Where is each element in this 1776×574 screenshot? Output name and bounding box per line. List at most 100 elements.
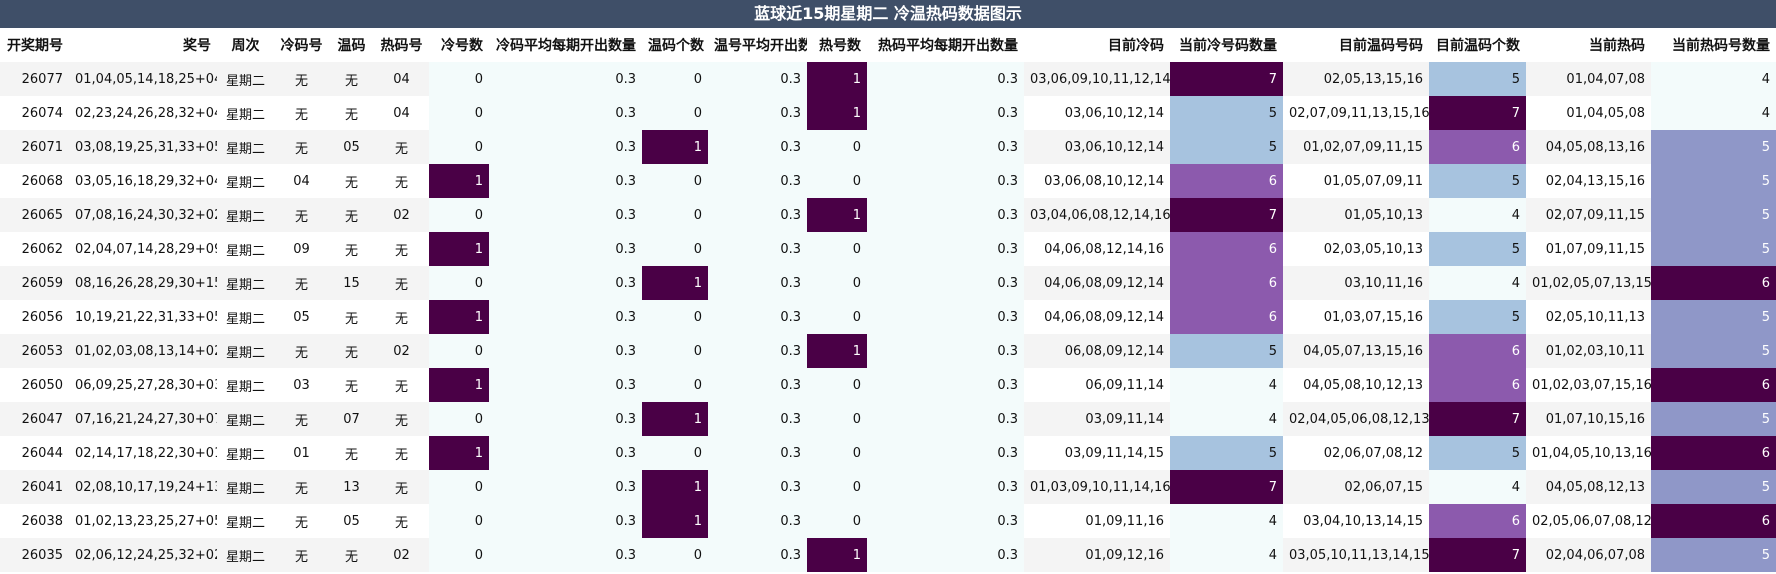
table-cell: 0.3 <box>708 130 807 164</box>
column-header: 当前热码号数量 <box>1651 28 1776 62</box>
table-cell: 无 <box>274 130 329 164</box>
table-cell: 02,23,24,26,28,32+04 <box>69 96 217 130</box>
table-cell: 01,07,09,11,15 <box>1526 232 1651 266</box>
table-cell: 0 <box>807 266 867 300</box>
table-cell: 星期二 <box>217 538 274 572</box>
table-cell: 0.3 <box>489 198 642 232</box>
table-cell: 0.3 <box>708 504 807 538</box>
table-cell: 04,06,08,12,14,16 <box>1024 232 1170 266</box>
table-cell: 08,16,26,28,29,30+15 <box>69 266 217 300</box>
column-header: 冷码平均每期开出数量 <box>489 28 642 62</box>
table-cell: 5 <box>1429 436 1526 470</box>
table-cell: 1 <box>642 130 708 164</box>
table-cell: 01,04,05,14,18,25+04 <box>69 62 217 96</box>
table-cell: 4 <box>1170 504 1283 538</box>
table-cell: 02,06,12,24,25,32+02 <box>69 538 217 572</box>
column-header: 温号平均开出数 <box>708 28 807 62</box>
table-cell: 无 <box>274 334 329 368</box>
table-cell: 6 <box>1170 266 1283 300</box>
table-cell: 6 <box>1170 164 1283 198</box>
table-cell: 26050 <box>0 368 69 402</box>
table-cell: 无 <box>374 402 429 436</box>
table-cell: 03,06,09,10,11,12,14 <box>1024 62 1170 96</box>
table-cell: 无 <box>329 96 374 130</box>
table-cell: 02,07,09,11,13,15,16 <box>1283 96 1429 130</box>
table-cell: 04 <box>374 96 429 130</box>
table-cell: 26059 <box>0 266 69 300</box>
column-header: 热码号 <box>374 28 429 62</box>
table-cell: 1 <box>429 368 489 402</box>
table-cell: 04,05,08,10,12,13 <box>1283 368 1429 402</box>
table-cell: 26038 <box>0 504 69 538</box>
table-cell: 1 <box>429 300 489 334</box>
table-cell: 7 <box>1429 402 1526 436</box>
table-cell: 04,06,08,09,12,14 <box>1024 266 1170 300</box>
table-cell: 5 <box>1170 96 1283 130</box>
table-cell: 4 <box>1170 538 1283 572</box>
table-cell: 0.3 <box>708 96 807 130</box>
table-cell: 03,10,11,16 <box>1283 266 1429 300</box>
table-cell: 0.3 <box>489 402 642 436</box>
table-cell: 6 <box>1429 368 1526 402</box>
column-header: 当前热码 <box>1526 28 1651 62</box>
table-cell: 7 <box>1429 96 1526 130</box>
table-cell: 0 <box>429 538 489 572</box>
table-cell: 4 <box>1170 402 1283 436</box>
table-cell: 02 <box>374 334 429 368</box>
table-cell: 星期二 <box>217 334 274 368</box>
table-cell: 0 <box>429 402 489 436</box>
table-cell: 0 <box>807 402 867 436</box>
table-cell: 0.3 <box>867 96 1024 130</box>
table-cell: 0.3 <box>489 300 642 334</box>
table-cell: 02,14,17,18,22,30+01 <box>69 436 217 470</box>
table-cell: 无 <box>329 368 374 402</box>
table-cell: 01,05,07,09,11 <box>1283 164 1429 198</box>
table-cell: 09 <box>274 232 329 266</box>
table-cell: 5 <box>1651 164 1776 198</box>
table-cell: 0.3 <box>489 436 642 470</box>
table-cell: 4 <box>1651 96 1776 130</box>
column-header: 热号数 <box>807 28 867 62</box>
header-row: 开奖期号 奖号 周次 冷码号 温码 热码号 冷号数 冷码平均每期开出数量 温码个数 温号平均开出数… <box>0 28 1776 62</box>
table-cell: 无 <box>329 334 374 368</box>
table-cell: 0 <box>807 164 867 198</box>
table-cell: 星期二 <box>217 368 274 402</box>
table-cell: 0 <box>807 504 867 538</box>
table-row: 26044 02,14,17,18,22,30+01 星期二 01 无无 1 0.3 0 0.3… <box>0 436 1776 470</box>
table-cell: 6 <box>1651 266 1776 300</box>
table-cell: 0 <box>807 232 867 266</box>
table-cell: 0.3 <box>867 538 1024 572</box>
table-cell: 0.3 <box>867 130 1024 164</box>
table-cell: 5 <box>1651 470 1776 504</box>
table-cell: 7 <box>1170 198 1283 232</box>
table-cell: 星期二 <box>217 232 274 266</box>
table-cell: 5 <box>1651 232 1776 266</box>
table-cell: 0.3 <box>867 164 1024 198</box>
table-cell: 02,04,05,06,08,12,13 <box>1283 402 1429 436</box>
table-cell: 05 <box>329 504 374 538</box>
table-cell: 0.3 <box>489 470 642 504</box>
table-cell: 星期二 <box>217 504 274 538</box>
table-cell: 06,09,25,27,28,30+03 <box>69 368 217 402</box>
table-cell: 5 <box>1170 130 1283 164</box>
table-cell: 0 <box>429 198 489 232</box>
table-cell: 0 <box>429 130 489 164</box>
table-cell: 0.3 <box>489 266 642 300</box>
table-cell: 0 <box>642 96 708 130</box>
table-cell: 01,02,03,07,15,16 <box>1526 368 1651 402</box>
table-cell: 0 <box>807 470 867 504</box>
table-cell: 26074 <box>0 96 69 130</box>
table-cell: 01,02,07,09,11,15 <box>1283 130 1429 164</box>
column-header: 温码个数 <box>642 28 708 62</box>
table-cell: 6 <box>1651 504 1776 538</box>
table-cell: 6 <box>1170 300 1283 334</box>
table-cell: 无 <box>329 436 374 470</box>
table-cell: 无 <box>329 164 374 198</box>
table-cell: 无 <box>374 130 429 164</box>
table-cell: 0 <box>429 334 489 368</box>
table-cell: 星期二 <box>217 198 274 232</box>
table-cell: 0 <box>807 300 867 334</box>
table-cell: 无 <box>274 470 329 504</box>
table-cell: 星期二 <box>217 164 274 198</box>
table-cell: 5 <box>1170 334 1283 368</box>
